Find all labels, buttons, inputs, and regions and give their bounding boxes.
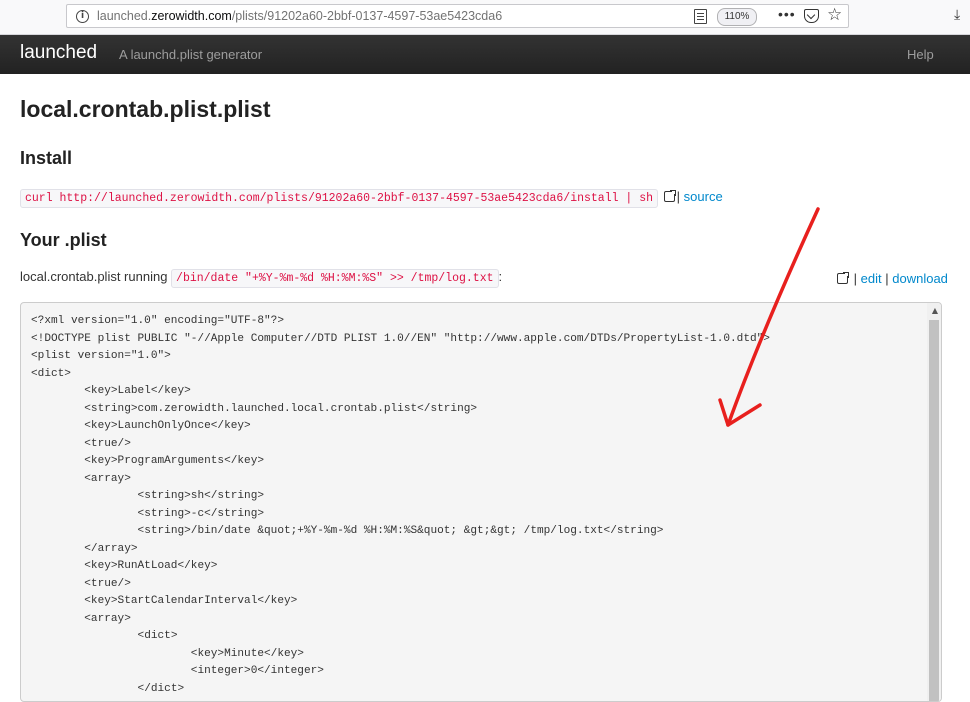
code-line: <key>Minute</key> <box>190 647 304 660</box>
code-line: <string>com.zerowidth.launched.local.cro… <box>84 402 478 415</box>
download-link[interactable]: download <box>892 271 948 286</box>
code-line: <key>ProgramArguments</key> <box>84 455 265 467</box>
url-text[interactable]: launched.zerowidth.com/plists/91202a60-2… <box>97 9 502 23</box>
code-line: <?xml version="1.0" encoding="UTF-8"?> <box>31 315 284 327</box>
separator: | <box>885 271 889 286</box>
bookmark-star-icon[interactable]: ☆ <box>827 5 842 25</box>
pocket-icon[interactable] <box>804 9 819 23</box>
code-line: <key>RunAtLoad</key> <box>84 560 218 572</box>
site-navbar: launched A launchd.plist generator Help <box>0 35 970 74</box>
code-line: </dict> <box>137 682 185 695</box>
source-link[interactable]: source <box>684 189 723 204</box>
code-line: <key>StartCalendarInterval</key> <box>84 595 298 607</box>
running-label: local.crontab.plist running <box>20 269 168 284</box>
external-link-icon[interactable] <box>663 189 677 202</box>
edit-link[interactable]: edit <box>861 271 882 286</box>
code-line: <plist version="1.0"> <box>31 350 171 362</box>
command-colon: : <box>498 269 503 284</box>
code-line: <integer>0</integer> <box>190 665 324 677</box>
code-line: <key>LaunchOnlyOnce</key> <box>84 420 251 432</box>
plist-heading: Your .plist <box>20 230 107 250</box>
zoom-level-badge[interactable]: 110% <box>717 8 757 26</box>
install-heading: Install <box>20 148 73 168</box>
plist-actions: | edit | download <box>835 271 948 286</box>
code-line: </array> <box>84 542 138 555</box>
code-line: <!DOCTYPE plist PUBLIC "-//Apple Compute… <box>31 332 770 345</box>
scrollbar[interactable]: ▲ <box>927 303 941 701</box>
install-command[interactable]: curl http://launched.zerowidth.com/plist… <box>20 189 659 208</box>
plist-xml-content: <?xml version="1.0" encoding="UTF-8"?> <… <box>21 303 941 698</box>
install-row: curl http://launched.zerowidth.com/plist… <box>20 189 723 208</box>
separator: | <box>676 189 681 204</box>
url-domain: zerowidth.com <box>151 9 232 23</box>
site-tagline: A launchd.plist generator <box>119 47 263 62</box>
browser-toolbar: i launched.zerowidth.com/plists/91202a60… <box>0 0 970 35</box>
brand-logo-link[interactable]: launched <box>20 42 97 64</box>
external-link-icon[interactable] <box>837 271 850 284</box>
separator: | <box>853 271 858 286</box>
reader-view-icon[interactable] <box>694 9 707 24</box>
page-actions-menu-icon[interactable]: ••• <box>778 6 796 22</box>
code-line: <dict> <box>137 630 178 642</box>
scroll-up-arrow-icon[interactable]: ▲ <box>932 306 938 315</box>
help-link[interactable]: Help <box>907 47 934 62</box>
scrollbar-thumb[interactable] <box>929 320 939 701</box>
downloads-icon[interactable]: ⤓ <box>954 6 960 23</box>
plist-code-block[interactable]: <?xml version="1.0" encoding="UTF-8"?> <… <box>20 302 942 702</box>
code-line: <string>-c</string> <box>137 507 265 520</box>
url-bar[interactable]: i launched.zerowidth.com/plists/91202a60… <box>66 4 849 28</box>
code-line: <array> <box>84 472 131 485</box>
code-line: <dict> <box>31 367 71 380</box>
running-row: local.crontab.plist running /bin/date "+… <box>20 269 503 288</box>
code-line: <key>Label</key> <box>84 385 191 397</box>
url-prefix: launched. <box>97 9 152 23</box>
code-line: <true/> <box>84 577 131 590</box>
page-title: local.crontab.plist.plist <box>20 96 271 122</box>
code-line: <array> <box>84 612 131 625</box>
code-line: <string>sh</string> <box>137 490 265 502</box>
code-line: <true/> <box>84 437 131 450</box>
code-line: <string>/bin/date &quot;+%Y-%m-%d %H:%M:… <box>137 525 664 537</box>
running-command[interactable]: /bin/date "+%Y-%m-%d %H:%M:%S" >> /tmp/l… <box>171 269 499 288</box>
info-icon[interactable]: i <box>76 10 89 23</box>
url-path: /plists/91202a60-2bbf-0137-4597-53ae5423… <box>231 9 503 23</box>
